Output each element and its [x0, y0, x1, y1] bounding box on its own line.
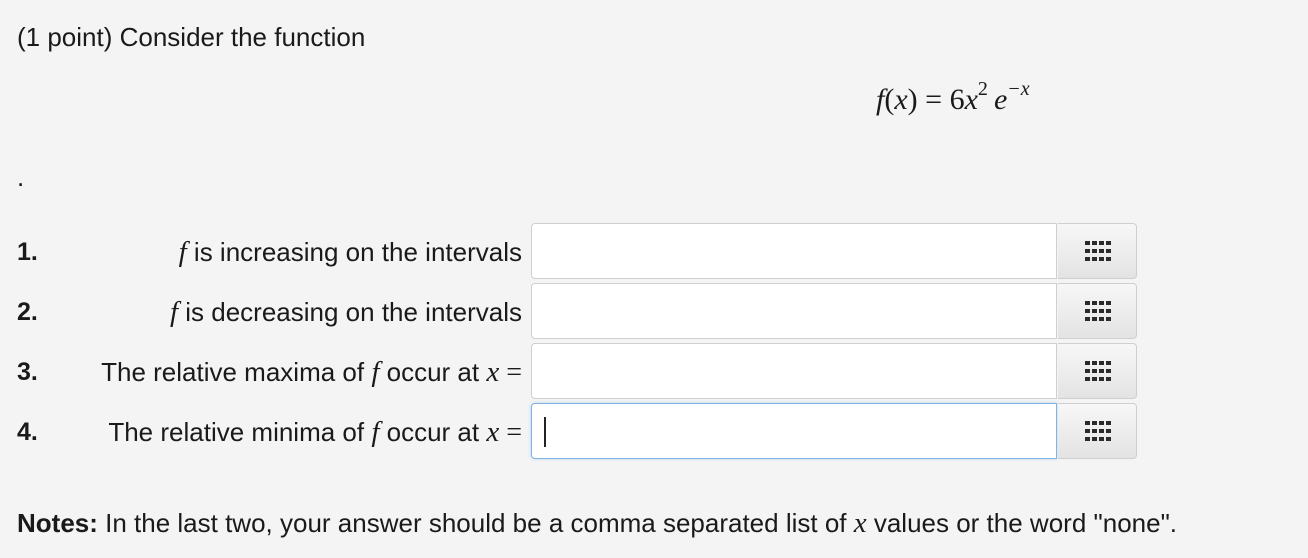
formula-exponent-neg-x: −x [1007, 78, 1030, 100]
formula-x-squared-base: x [964, 83, 978, 116]
function-formula: f(x) = 6x2 e−x [876, 78, 1030, 120]
relative-maxima-input[interactable] [531, 343, 1057, 399]
math-x: x [486, 356, 500, 388]
decreasing-intervals-input[interactable] [531, 283, 1057, 339]
math-x: x [853, 507, 867, 539]
question-row-4: 4. The relative minima of f occur at x = [0, 403, 1308, 461]
formula-equals: = [917, 83, 950, 116]
question-number: 2. [17, 298, 38, 326]
formula-x: x [894, 83, 908, 116]
notes-text-part2: values or the word "none". [866, 508, 1178, 538]
question-label: f is increasing on the intervals [179, 236, 522, 268]
label-post: occur at [379, 357, 487, 387]
question-number: 1. [17, 238, 38, 266]
label-pre: The relative maxima of [101, 357, 372, 387]
question-row-1: 1. f is increasing on the intervals [0, 223, 1308, 281]
equation-palette-button[interactable] [1058, 403, 1137, 459]
grid-icon [1085, 301, 1111, 321]
label-text: is increasing on the intervals [186, 237, 522, 267]
equals-sign: = [499, 357, 522, 388]
notes-text-part1: In the last two, your answer should be a… [97, 508, 854, 538]
question-number: 4. [17, 418, 38, 446]
formula-exponent-2: 2 [977, 78, 988, 100]
question-row-2: 2. f is decreasing on the intervals [0, 283, 1308, 341]
math-f: f [178, 236, 187, 268]
question-label: The relative maxima of f occur at x = [101, 356, 522, 389]
label-text: is decreasing on the intervals [178, 297, 522, 327]
relative-minima-input[interactable] [531, 403, 1057, 459]
question-label: f is decreasing on the intervals [170, 296, 522, 328]
grid-icon [1085, 241, 1111, 261]
notes-label: Notes: [17, 508, 98, 538]
formula-e: e [993, 83, 1008, 116]
formula-coefficient: 6 [949, 83, 965, 116]
question-number: 3. [17, 358, 38, 386]
problem-intro: (1 point) Consider the function [17, 22, 366, 52]
label-post: occur at [379, 417, 487, 447]
formula-rparen: ) [907, 83, 918, 116]
problem-period: . [17, 162, 25, 192]
math-f: f [169, 296, 179, 328]
equation-palette-button[interactable] [1058, 343, 1137, 399]
grid-icon [1085, 421, 1111, 441]
grid-icon [1085, 361, 1111, 381]
increasing-intervals-input[interactable] [531, 223, 1057, 279]
equation-palette-button[interactable] [1058, 283, 1137, 339]
equation-palette-button[interactable] [1058, 223, 1137, 279]
math-x: x [486, 416, 500, 448]
text-caret [544, 417, 546, 447]
equals-sign: = [499, 417, 522, 448]
formula-lparen: ( [884, 83, 895, 116]
question-row-3: 3. The relative maxima of f occur at x = [0, 343, 1308, 401]
label-pre: The relative minima of [108, 417, 372, 447]
question-label: The relative minima of f occur at x = [108, 416, 522, 449]
notes-text: Notes: In the last two, your answer shou… [17, 506, 1177, 540]
